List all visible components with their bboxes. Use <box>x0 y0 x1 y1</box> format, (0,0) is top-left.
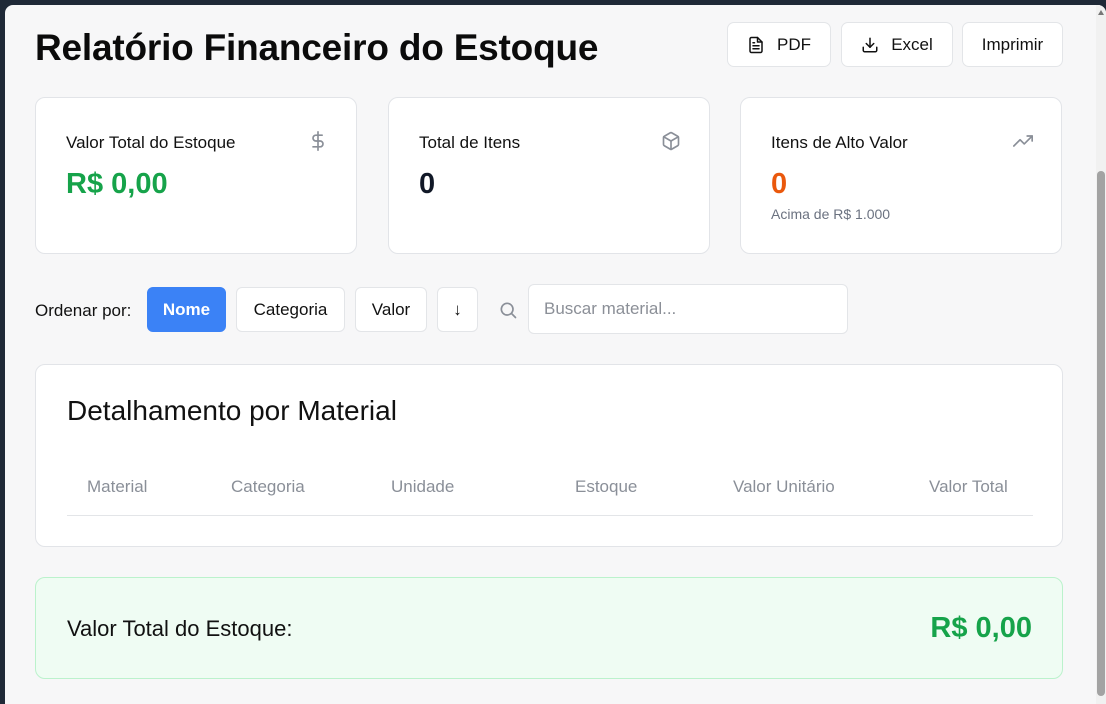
sort-label: Ordenar por: <box>35 301 132 320</box>
card-value: R$ 0,00 <box>66 168 168 200</box>
app-window: Relatório Financeiro do Estoque PDF Exce… <box>5 5 1106 704</box>
column-header-unit-value: Valor Unitário <box>733 477 835 496</box>
trending-up-icon <box>1013 135 1033 147</box>
scroll-up-arrow-icon[interactable] <box>1098 10 1104 15</box>
print-button[interactable]: Imprimir <box>962 22 1063 67</box>
column-header-category: Categoria <box>231 477 305 496</box>
dollar-icon <box>312 131 324 151</box>
card-label: Itens de Alto Valor <box>771 133 908 152</box>
column-header-material: Material <box>87 477 148 496</box>
card-subtitle: Acima de R$ 1.000 <box>771 206 891 222</box>
file-text-icon <box>749 36 763 53</box>
card-value: 0 <box>419 168 436 200</box>
column-header-stock: Estoque <box>575 477 638 496</box>
sort-direction-button[interactable]: ↓ <box>437 287 478 332</box>
export-excel-button[interactable]: Excel <box>841 22 953 67</box>
high-value-items-card: Itens de Alto Valor 0 Acima de R$ 1.000 <box>740 97 1062 254</box>
grand-total-value: R$ 0,00 <box>930 612 1032 644</box>
export-pdf-label: PDF <box>777 34 811 54</box>
grand-total-card: Valor Total do Estoque: R$ 0,00 <box>35 577 1063 679</box>
column-header-total-value: Valor Total <box>929 477 1008 496</box>
search-icon <box>500 302 517 319</box>
material-breakdown-card: Detalhamento por Material Material Categ… <box>35 364 1063 547</box>
section-title: Detalhamento por Material <box>67 395 397 426</box>
export-pdf-button[interactable]: PDF <box>727 22 831 67</box>
table-header-divider <box>67 515 1033 516</box>
sort-by-category-button[interactable]: Categoria <box>236 287 345 332</box>
card-label: Total de Itens <box>419 133 521 152</box>
total-items-card: Total de Itens 0 <box>388 97 710 254</box>
page-title: Relatório Financeiro do Estoque <box>35 27 599 68</box>
sort-by-value-button[interactable]: Valor <box>355 287 427 332</box>
sort-by-name-button[interactable]: Nome <box>147 287 226 332</box>
print-label: Imprimir <box>981 34 1044 54</box>
search-input[interactable] <box>528 284 848 334</box>
vertical-scrollbar[interactable] <box>1096 5 1106 704</box>
card-label: Valor Total do Estoque <box>66 133 236 152</box>
card-value: 0 <box>771 168 788 200</box>
package-icon <box>662 131 680 151</box>
column-header-unit: Unidade <box>391 477 455 496</box>
total-value-card: Valor Total do Estoque R$ 0,00 <box>35 97 357 254</box>
export-excel-label: Excel <box>891 34 933 54</box>
grand-total-label: Valor Total do Estoque: <box>67 616 293 641</box>
download-icon <box>862 37 878 52</box>
scroll-thumb[interactable] <box>1097 171 1105 696</box>
